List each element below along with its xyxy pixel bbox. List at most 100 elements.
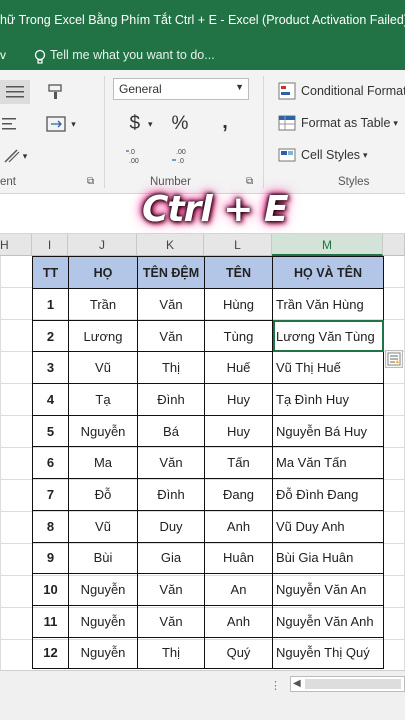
currency-button[interactable]: $ ▾	[122, 112, 160, 136]
cell-ho[interactable]: Tạ	[68, 383, 138, 416]
column-header-m[interactable]: M	[272, 234, 383, 256]
cell-ho-va-ten[interactable]: Vũ Duy Anh	[272, 509, 384, 543]
cell-tt[interactable]: 11	[32, 604, 69, 638]
cell-ten-dem[interactable]: Thị	[137, 351, 205, 385]
cell-tt[interactable]: 4	[32, 383, 69, 416]
header-tt[interactable]: TT	[32, 256, 69, 289]
cell-ho-va-ten[interactable]: Nguyễn Văn An	[272, 573, 384, 606]
cell-tt[interactable]: 12	[32, 636, 69, 670]
worksheet[interactable]: TT HỌ TÊN ĐỆM TÊN HỌ VÀ TÊN 1 Trần Văn H…	[0, 256, 405, 670]
cell-tt[interactable]: 5	[32, 414, 69, 448]
orientation-button[interactable]: ▾	[0, 144, 30, 168]
scroll-left-icon[interactable]: ◀	[293, 678, 301, 689]
conditional-formatting-button[interactable]: Conditional Formatti	[278, 80, 405, 102]
header-ten-dem[interactable]: TÊN ĐỆM	[137, 256, 205, 289]
cell-ten[interactable]: Quý	[204, 636, 273, 670]
cell-ten-dem[interactable]: Văn	[137, 319, 205, 353]
cell-ten-dem[interactable]: Văn	[137, 288, 205, 321]
cell-ten-dem[interactable]: Đình	[137, 383, 205, 416]
cell-ho-va-ten[interactable]: Nguyễn Thị Quý	[272, 636, 384, 670]
cell-tt[interactable]: 10	[32, 573, 69, 606]
cell-ho[interactable]: Lương	[68, 319, 138, 353]
tab-split-handle[interactable]: ⋮	[270, 679, 281, 692]
decrease-decimal-button[interactable]: .00.0	[170, 144, 194, 168]
cell-ho[interactable]: Nguyễn	[68, 573, 138, 606]
cell-ho[interactable]: Nguyễn	[68, 636, 138, 670]
cell-ten[interactable]: Tấn	[204, 446, 273, 480]
cell-ten-dem[interactable]: Đình	[137, 478, 205, 511]
cell-ten[interactable]: Hùng	[204, 288, 273, 321]
column-header-i[interactable]: I	[32, 234, 68, 256]
table-row: 8 Vũ Duy Anh Vũ Duy Anh	[32, 509, 384, 543]
number-format-select[interactable]: General ▼	[113, 78, 249, 100]
cell-ten[interactable]: An	[204, 573, 273, 606]
cell-styles-button[interactable]: Cell Styles ▾	[278, 144, 368, 166]
cell-ho-va-ten[interactable]: Trần Văn Hùng	[272, 288, 384, 321]
table-row: 3 Vũ Thị Huế Vũ Thị Huế	[32, 351, 384, 385]
cell-ten-dem[interactable]: Bá	[137, 414, 205, 448]
cell-ten[interactable]: Anh	[204, 604, 273, 638]
cell-tt[interactable]: 1	[32, 288, 69, 321]
cell-ten[interactable]: Tùng	[204, 319, 273, 353]
header-ten[interactable]: TÊN	[204, 256, 273, 289]
cell-ho[interactable]: Trần	[68, 288, 138, 321]
view-tab[interactable]: v	[0, 48, 6, 62]
cell-ho[interactable]: Nguyễn	[68, 604, 138, 638]
cell-ten-dem[interactable]: Gia	[137, 541, 205, 575]
format-painter-button[interactable]	[44, 80, 68, 104]
comma-button[interactable]: ,	[213, 110, 237, 134]
cell-ho[interactable]: Nguyễn	[68, 414, 138, 448]
cell-ten-dem[interactable]: Văn	[137, 604, 205, 638]
cell-ho-va-ten[interactable]: Đỗ Đình Đang	[272, 478, 384, 511]
header-ho[interactable]: HỌ	[68, 256, 138, 289]
cell-ten[interactable]: Anh	[204, 509, 273, 543]
cell-ho[interactable]: Đỗ	[68, 478, 138, 511]
cell-ho[interactable]: Vũ	[68, 509, 138, 543]
dialog-launcher-icon[interactable]: ⧉	[87, 176, 94, 187]
align-button[interactable]	[0, 80, 30, 104]
table-row: 12 Nguyễn Thị Quý Nguyễn Thị Quý	[32, 636, 384, 670]
column-header-l[interactable]: L	[204, 234, 272, 256]
cell-ho-va-ten[interactable]: Bùi Gia Huân	[272, 541, 384, 575]
percent-button[interactable]: %	[166, 112, 194, 136]
column-header-n[interactable]	[383, 234, 405, 256]
scroll-thumb[interactable]	[305, 679, 401, 689]
cell-ten-dem[interactable]: Thị	[137, 636, 205, 670]
cell-ho-va-ten[interactable]: Ma Văn Tấn	[272, 446, 384, 480]
active-cell[interactable]: Lương Văn Tùng	[272, 319, 384, 353]
horizontal-scrollbar[interactable]: ◀	[290, 676, 405, 692]
merge-cells-button[interactable]: ▾	[38, 112, 84, 136]
flash-fill-options-icon[interactable]	[385, 350, 403, 368]
cell-ten-dem[interactable]: Văn	[137, 573, 205, 606]
cell-tt[interactable]: 2	[32, 319, 69, 353]
format-as-table-button[interactable]: Format as Table ▾	[278, 112, 398, 134]
dialog-launcher-icon[interactable]: ⧉	[246, 176, 253, 187]
cell-ho[interactable]: Vũ	[68, 351, 138, 385]
cell-ho-va-ten[interactable]: Vũ Thị Huế	[272, 351, 384, 385]
column-header-j[interactable]: J	[68, 234, 137, 256]
cell-ten[interactable]: Huân	[204, 541, 273, 575]
cell-ho-va-ten[interactable]: Nguyễn Bá Huy	[272, 414, 384, 448]
cell-ten-dem[interactable]: Duy	[137, 509, 205, 543]
header-ho-va-ten[interactable]: HỌ VÀ TÊN	[272, 256, 384, 289]
cell-ten-dem[interactable]: Văn	[137, 446, 205, 480]
cell-tt[interactable]: 7	[32, 478, 69, 511]
cell-ho[interactable]: Bùi	[68, 541, 138, 575]
tell-me-input[interactable]: Tell me what you want to do...	[50, 48, 215, 62]
align-left-button[interactable]	[0, 112, 18, 136]
cell-ten[interactable]: Đang	[204, 478, 273, 511]
cell-tt[interactable]: 6	[32, 446, 69, 480]
lightbulb-icon	[34, 49, 46, 64]
cell-ten[interactable]: Huy	[204, 414, 273, 448]
cell-ho-va-ten[interactable]: Nguyễn Văn Anh	[272, 604, 384, 638]
increase-decimal-button[interactable]: .0.00	[124, 144, 148, 168]
cell-ten[interactable]: Huế	[204, 351, 273, 385]
cell-ten[interactable]: Huy	[204, 383, 273, 416]
cell-ho[interactable]: Ma	[68, 446, 138, 480]
column-header-h[interactable]: H	[0, 234, 32, 256]
column-header-k[interactable]: K	[137, 234, 204, 256]
cell-tt[interactable]: 8	[32, 509, 69, 543]
cell-tt[interactable]: 3	[32, 351, 69, 385]
cell-tt[interactable]: 9	[32, 541, 69, 575]
cell-ho-va-ten[interactable]: Tạ Đình Huy	[272, 383, 384, 416]
